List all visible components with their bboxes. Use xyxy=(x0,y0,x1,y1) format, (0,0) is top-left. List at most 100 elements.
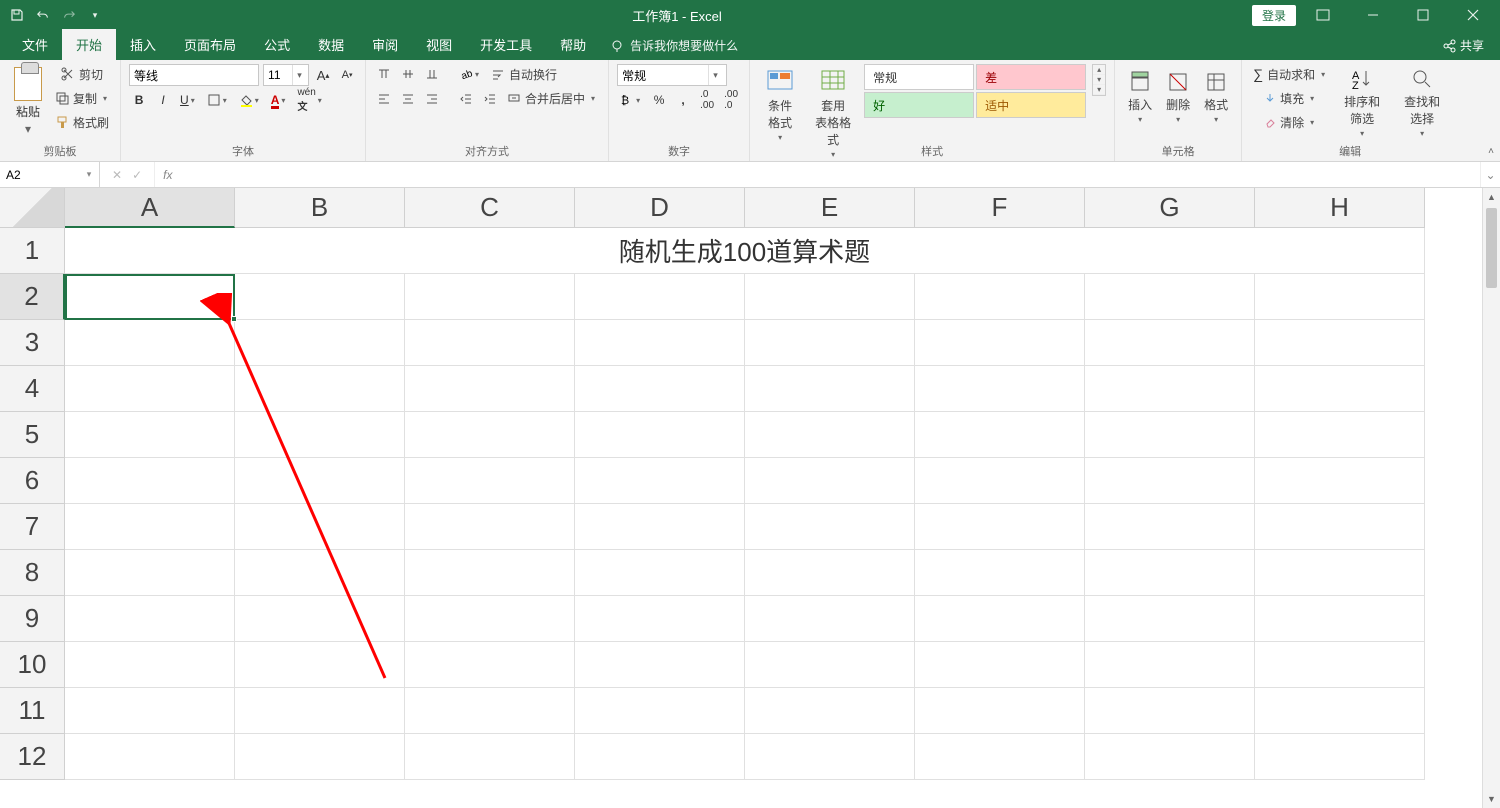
increase-indent-button[interactable] xyxy=(480,88,500,108)
font-color-button[interactable]: A▾ xyxy=(268,90,291,110)
column-header[interactable]: G xyxy=(1085,188,1255,228)
fill-button[interactable]: 填充▾ xyxy=(1250,88,1330,108)
cell[interactable] xyxy=(235,320,405,366)
cell[interactable] xyxy=(235,550,405,596)
cell[interactable] xyxy=(915,320,1085,366)
tab-page-layout[interactable]: 页面布局 xyxy=(170,29,250,60)
fill-color-button[interactable]: ▾ xyxy=(236,90,264,110)
cell[interactable] xyxy=(405,734,575,780)
cell[interactable] xyxy=(745,504,915,550)
tab-help[interactable]: 帮助 xyxy=(546,29,600,60)
cell[interactable] xyxy=(65,274,235,320)
ribbon-display-icon[interactable] xyxy=(1300,0,1346,30)
align-top-button[interactable] xyxy=(374,64,394,84)
style-normal[interactable]: 常规 xyxy=(864,64,974,90)
cell[interactable] xyxy=(575,320,745,366)
cell[interactable] xyxy=(405,274,575,320)
tab-file[interactable]: 文件 xyxy=(8,29,62,60)
expand-formula-bar-icon[interactable]: ⌄ xyxy=(1480,162,1500,187)
cell-styles-gallery[interactable]: 常规 差 好 适中 xyxy=(864,64,1086,118)
cell[interactable] xyxy=(65,550,235,596)
cell[interactable] xyxy=(405,688,575,734)
cell[interactable] xyxy=(1255,688,1425,734)
row-header[interactable]: 5 xyxy=(0,412,65,458)
cell[interactable] xyxy=(1255,412,1425,458)
decrease-font-button[interactable]: A▾ xyxy=(337,65,357,85)
italic-button[interactable]: I xyxy=(153,90,173,110)
increase-font-button[interactable]: A▴ xyxy=(313,65,333,85)
tab-view[interactable]: 视图 xyxy=(412,29,466,60)
cell[interactable] xyxy=(1085,550,1255,596)
cell[interactable] xyxy=(745,320,915,366)
collapse-ribbon-icon[interactable]: ˄ xyxy=(1488,146,1494,157)
cell[interactable] xyxy=(235,596,405,642)
style-bad[interactable]: 差 xyxy=(976,64,1086,90)
redo-icon[interactable] xyxy=(62,8,76,22)
number-format-input[interactable] xyxy=(618,65,708,85)
format-painter-button[interactable]: 格式刷 xyxy=(52,112,112,132)
enter-formula-icon[interactable]: ✓ xyxy=(132,168,142,182)
conditional-format-button[interactable]: 条件格式▾ xyxy=(758,64,802,145)
cell[interactable] xyxy=(745,642,915,688)
row-header[interactable]: 2 xyxy=(0,274,65,320)
cell[interactable] xyxy=(65,734,235,780)
row-header[interactable]: 7 xyxy=(0,504,65,550)
row-header[interactable]: 6 xyxy=(0,458,65,504)
font-size-combo[interactable]: ▾ xyxy=(263,64,309,86)
cell[interactable] xyxy=(745,596,915,642)
row-header[interactable]: 9 xyxy=(0,596,65,642)
undo-icon[interactable] xyxy=(36,8,50,22)
paste-button[interactable]: 粘贴 ▾ xyxy=(8,64,48,139)
cell[interactable] xyxy=(575,504,745,550)
column-header[interactable]: F xyxy=(915,188,1085,228)
column-header[interactable]: H xyxy=(1255,188,1425,228)
cell[interactable] xyxy=(1255,274,1425,320)
number-format-combo[interactable]: ▾ xyxy=(617,64,727,86)
row-header[interactable]: 10 xyxy=(0,642,65,688)
cell[interactable] xyxy=(405,458,575,504)
cell[interactable] xyxy=(235,274,405,320)
cell[interactable] xyxy=(1085,688,1255,734)
cell[interactable] xyxy=(405,320,575,366)
cell[interactable] xyxy=(65,596,235,642)
cell[interactable] xyxy=(235,412,405,458)
vertical-scrollbar[interactable]: ▲ ▼ xyxy=(1482,188,1500,808)
tab-developer[interactable]: 开发工具 xyxy=(466,29,546,60)
close-icon[interactable] xyxy=(1450,0,1496,30)
cell[interactable] xyxy=(915,550,1085,596)
wrap-text-button[interactable]: 自动换行 xyxy=(488,64,560,84)
increase-decimal-button[interactable]: .0.00 xyxy=(697,90,717,110)
cell[interactable] xyxy=(915,274,1085,320)
autosum-button[interactable]: ∑自动求和▾ xyxy=(1250,64,1330,84)
cell[interactable] xyxy=(915,504,1085,550)
cell[interactable] xyxy=(1255,550,1425,596)
align-middle-button[interactable] xyxy=(398,64,418,84)
style-good[interactable]: 好 xyxy=(864,92,974,118)
cell[interactable] xyxy=(65,320,235,366)
cell[interactable] xyxy=(915,688,1085,734)
tab-data[interactable]: 数据 xyxy=(304,29,358,60)
orientation-button[interactable]: ab▾ xyxy=(456,64,484,84)
row-header[interactable]: 3 xyxy=(0,320,65,366)
cell[interactable] xyxy=(405,550,575,596)
scroll-up-icon[interactable]: ▲ xyxy=(1483,188,1500,206)
cell[interactable] xyxy=(65,412,235,458)
format-cells-button[interactable]: 格式▾ xyxy=(1199,67,1233,127)
cell[interactable] xyxy=(745,412,915,458)
cell[interactable] xyxy=(1085,458,1255,504)
cell[interactable] xyxy=(915,734,1085,780)
row-header[interactable]: 8 xyxy=(0,550,65,596)
cell[interactable] xyxy=(1085,320,1255,366)
column-header[interactable]: B xyxy=(235,188,405,228)
cell[interactable] xyxy=(405,642,575,688)
scroll-thumb[interactable] xyxy=(1486,208,1497,288)
row-header[interactable]: 11 xyxy=(0,688,65,734)
find-select-button[interactable]: 查找和选择▾ xyxy=(1394,64,1450,141)
insert-cells-button[interactable]: 插入▾ xyxy=(1123,67,1157,127)
share-button[interactable]: 共享 xyxy=(1426,31,1500,60)
fx-icon[interactable]: fx xyxy=(155,162,180,187)
formula-input[interactable] xyxy=(180,162,1480,187)
cell[interactable] xyxy=(575,274,745,320)
decrease-indent-button[interactable] xyxy=(456,88,476,108)
cell[interactable] xyxy=(575,458,745,504)
